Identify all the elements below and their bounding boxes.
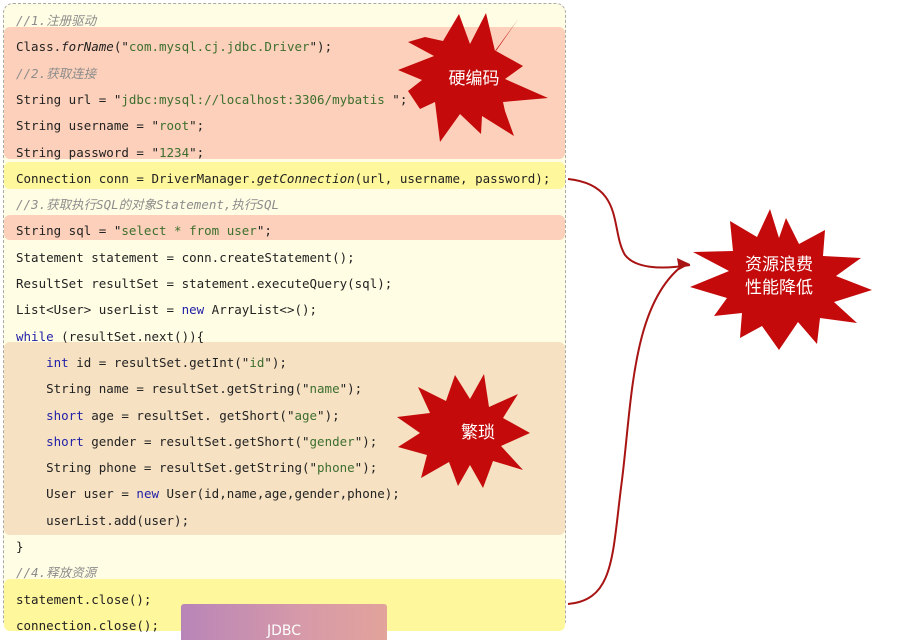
resource-waste-label-2: 性能降低 — [745, 278, 813, 298]
arrow-from-release — [567, 262, 687, 605]
jdbc-tab[interactable]: JDBC — [181, 604, 387, 640]
annotation-layer: 硬编码 繁琐 资源浪费 性能降低 — [397, 13, 872, 605]
tedious-label: 繁琐 — [461, 423, 495, 443]
arrowhead — [677, 258, 690, 270]
resource-waste-label-1: 资源浪费 — [745, 255, 813, 275]
jdbc-tab-label: JDBC — [266, 623, 302, 639]
arrow-from-connection — [567, 178, 691, 269]
hardcode-label: 硬编码 — [449, 69, 500, 89]
